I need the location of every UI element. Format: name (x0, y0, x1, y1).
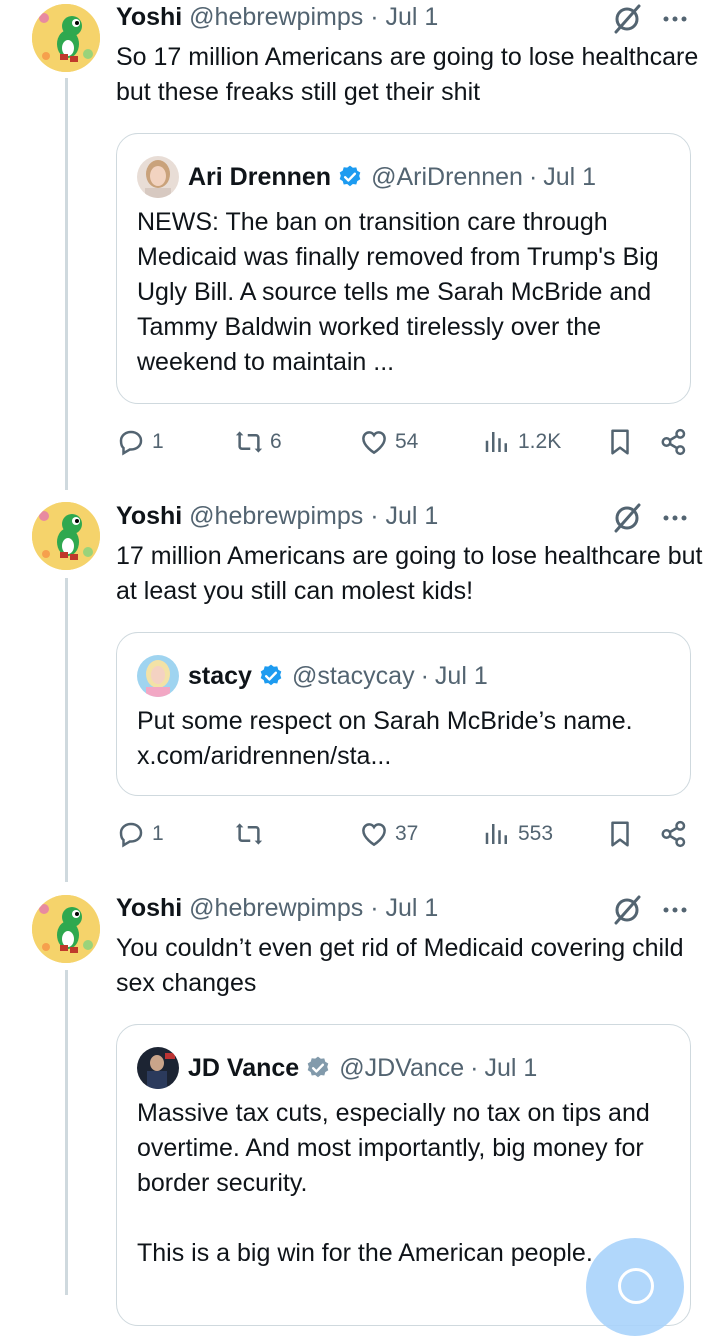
reply-button[interactable]: 1 (116, 817, 164, 851)
repost-icon (235, 823, 263, 845)
quoted-tweet[interactable]: stacy @stacycay · Jul 1 Put some respect… (116, 632, 691, 796)
like-button[interactable]: 54 (359, 425, 418, 459)
quote-author-name: Ari Drennen (188, 162, 332, 191)
quote-text: Massive tax cuts, especially no tax on t… (137, 1099, 650, 1267)
author-name[interactable]: Yoshi (116, 502, 182, 530)
author-name[interactable]: Yoshi (116, 3, 182, 31)
reply-icon (119, 822, 143, 848)
quote-author-name: JD Vance (188, 1053, 300, 1082)
tweet-date[interactable]: Jul 1 (385, 502, 438, 530)
tweet-text: 17 million Americans are going to lose h… (116, 542, 703, 605)
quote-text: Put some respect on Sarah McBride’s name… (137, 707, 633, 770)
bookmark-icon (611, 821, 629, 847)
quote-header: JD Vance @JDVance · Jul 1 (137, 1047, 537, 1089)
tweet-text: So 17 million Americans are going to los… (116, 43, 699, 106)
repost-icon (235, 431, 263, 453)
tweet-header: Yoshi @hebrewpimps · Jul 1 (116, 3, 438, 32)
quote-text: NEWS: The ban on transition care through… (137, 208, 659, 376)
tweet-actions: 1 37 553 (116, 817, 691, 851)
like-count: 54 (395, 430, 419, 453)
person-avatar-icon (137, 156, 179, 198)
thread-line (65, 578, 68, 882)
reply-count: 1 (152, 822, 164, 845)
separator: · (470, 1053, 479, 1082)
author-handle[interactable]: @hebrewpimps (189, 894, 363, 922)
quote-author-handle: @AriDrennen (371, 162, 523, 191)
quoted-tweet[interactable]: Ari Drennen @AriDrennen · Jul 1 NEWS: Th… (116, 133, 691, 404)
reply-button[interactable]: 1 (116, 425, 164, 459)
tweet-actions: 1 6 54 1.2K (116, 425, 691, 459)
quote-avatar (137, 1047, 179, 1089)
like-button[interactable]: 37 (359, 817, 418, 851)
quote-avatar (137, 655, 179, 697)
bookmark-button[interactable] (605, 425, 641, 459)
quote-header: Ari Drennen @AriDrennen · Jul 1 (137, 156, 596, 198)
thread-line (65, 970, 68, 1295)
quote-date: Jul 1 (543, 162, 597, 191)
repost-button[interactable] (234, 817, 270, 851)
yoshi-avatar-icon (32, 502, 100, 570)
verified-badge-icon (339, 165, 361, 187)
separator: · (370, 3, 379, 31)
views-count: 1.2K (518, 430, 562, 453)
verified-badge-icon (307, 1056, 329, 1078)
bookmark-icon (611, 429, 629, 455)
views-count: 553 (518, 822, 554, 845)
quote-author-handle: @stacycay (291, 661, 415, 690)
quote-header: stacy @stacycay · Jul 1 (137, 655, 488, 697)
bookmark-button[interactable] (605, 817, 641, 851)
tweet-header: Yoshi @hebrewpimps · Jul 1 (116, 894, 438, 923)
tweet-header: Yoshi @hebrewpimps · Jul 1 (116, 502, 438, 531)
yoshi-avatar-icon (32, 4, 100, 72)
share-button[interactable] (659, 425, 695, 459)
separator: · (370, 502, 379, 530)
author-handle[interactable]: @hebrewpimps (189, 3, 363, 31)
tweet-text: You couldn’t even get rid of Medicaid co… (116, 934, 684, 997)
quote-author-handle: @JDVance (339, 1053, 465, 1082)
thread-line (65, 78, 68, 490)
avatar[interactable] (32, 895, 100, 963)
person-avatar-icon (137, 1047, 179, 1089)
floating-action-button[interactable] (586, 1238, 684, 1336)
more-icon[interactable] (660, 503, 690, 533)
grok-icon[interactable] (612, 895, 642, 925)
grok-icon[interactable] (612, 4, 642, 34)
like-icon (362, 823, 386, 847)
like-count: 37 (395, 822, 419, 845)
grok-icon[interactable] (612, 503, 642, 533)
views-icon (485, 432, 507, 452)
yoshi-avatar-icon (32, 895, 100, 963)
author-name[interactable]: Yoshi (116, 894, 182, 922)
separator: · (370, 894, 379, 922)
reply-count: 1 (152, 430, 164, 453)
reply-icon (119, 430, 143, 456)
avatar[interactable] (32, 4, 100, 72)
compose-icon (618, 1268, 654, 1304)
avatar[interactable] (32, 502, 100, 570)
repost-button[interactable]: 6 (234, 425, 282, 459)
more-icon[interactable] (660, 4, 690, 34)
tweet-date[interactable]: Jul 1 (385, 3, 438, 31)
quote-avatar (137, 156, 179, 198)
author-handle[interactable]: @hebrewpimps (189, 502, 363, 530)
person-avatar-icon (137, 655, 179, 697)
tweet-date[interactable]: Jul 1 (385, 894, 438, 922)
separator: · (420, 661, 429, 690)
share-icon (661, 428, 686, 456)
share-button[interactable] (659, 817, 695, 851)
quote-date: Jul 1 (484, 1053, 538, 1082)
views-button[interactable]: 1.2K (482, 425, 561, 459)
views-icon (485, 824, 507, 844)
views-button[interactable]: 553 (482, 817, 553, 851)
quote-date: Jul 1 (434, 661, 488, 690)
more-icon[interactable] (660, 895, 690, 925)
verified-badge-icon (260, 664, 282, 686)
share-icon (661, 820, 686, 848)
repost-count: 6 (270, 430, 282, 453)
quote-author-name: stacy (188, 661, 252, 690)
separator: · (528, 162, 538, 191)
like-icon (362, 431, 386, 455)
